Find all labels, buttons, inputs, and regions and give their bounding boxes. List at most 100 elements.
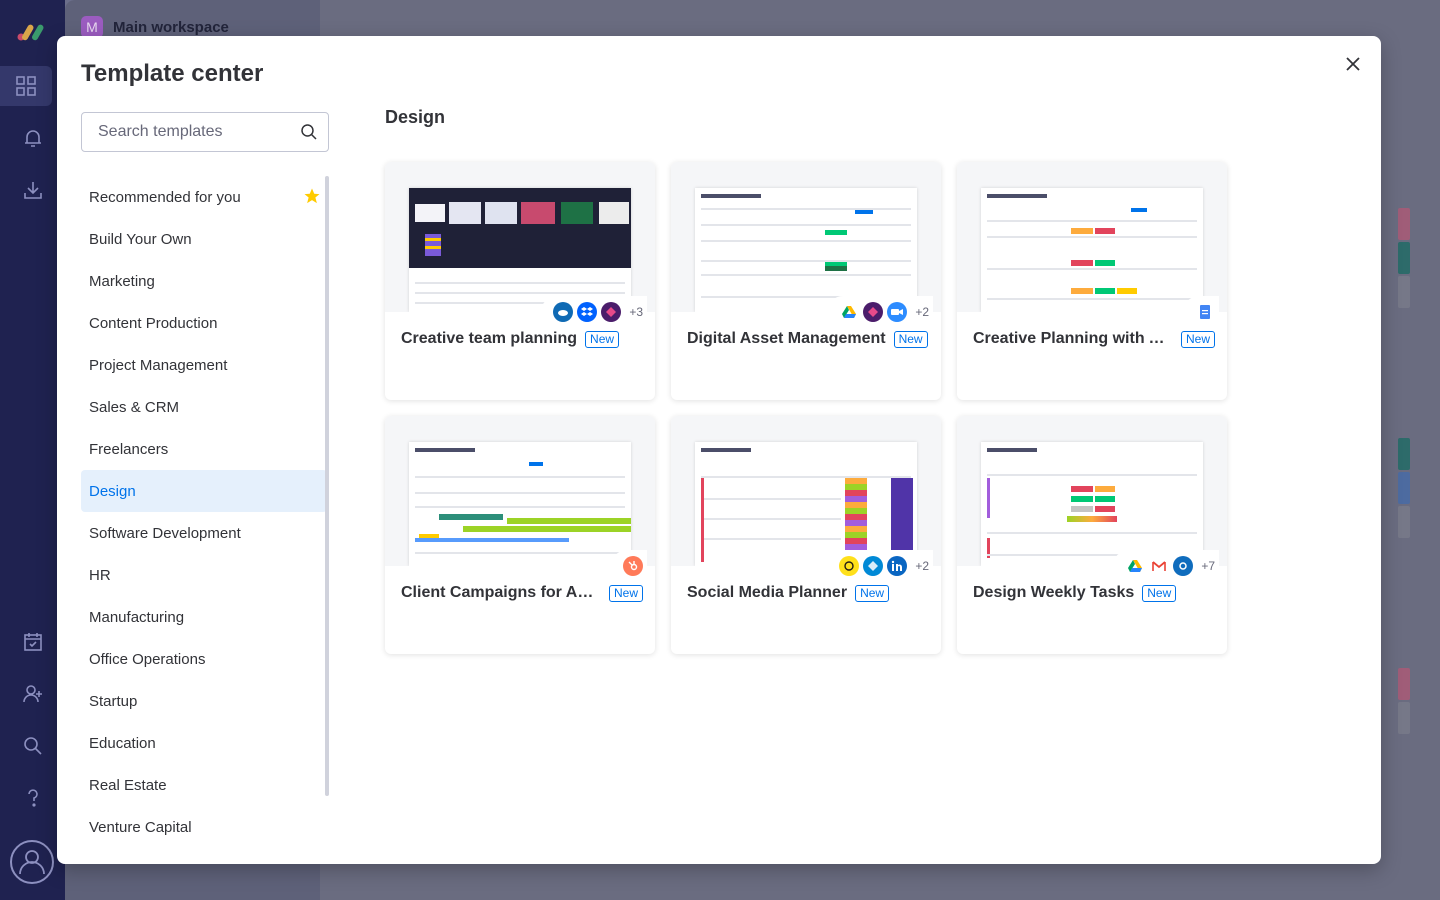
left-rail: [0, 0, 65, 900]
category-sales-crm[interactable]: Sales & CRM: [81, 386, 327, 428]
inbox-rail-button[interactable]: [0, 170, 65, 210]
template-card[interactable]: +2 Digital Asset Management New: [671, 162, 941, 400]
google-drive-icon: [839, 302, 860, 322]
bg-strip: [1398, 506, 1410, 538]
category-education[interactable]: Education: [81, 722, 327, 764]
dropbox-icon: [577, 302, 598, 322]
category-build-your-own[interactable]: Build Your Own: [81, 218, 327, 260]
bg-strip: [1398, 208, 1410, 240]
category-hr[interactable]: HR: [81, 554, 327, 596]
category-freelancers[interactable]: Freelancers: [81, 428, 327, 470]
modal-title: Template center: [81, 60, 264, 87]
template-card[interactable]: +3 Creative team planning New: [385, 162, 655, 400]
adobe-icon: [863, 302, 884, 322]
template-title-row: Creative team planning New: [401, 330, 643, 348]
category-label: HR: [89, 566, 111, 584]
template-screenshot: [981, 442, 1203, 566]
template-preview: [671, 162, 941, 312]
search-input[interactable]: [98, 123, 288, 141]
notifications-rail-button[interactable]: [0, 118, 65, 158]
calendar-check-icon: [23, 633, 42, 651]
linkedin-icon: [887, 556, 908, 576]
category-label: Design: [89, 482, 136, 500]
star-icon: [304, 188, 320, 204]
category-project-management[interactable]: Project Management: [81, 344, 327, 386]
template-card[interactable]: Creative Planning with Ad... New: [957, 162, 1227, 400]
user-avatar-icon: [19, 850, 45, 875]
bg-strip: [1398, 242, 1410, 274]
bg-strip: [1398, 472, 1410, 504]
template-preview: [385, 162, 655, 312]
new-badge: New: [893, 330, 928, 348]
template-title-row: Client Campaigns for Age... New: [401, 584, 643, 602]
google-drive-icon: [1125, 556, 1146, 576]
monday-logo: [17, 24, 44, 41]
new-badge: New: [1142, 584, 1177, 602]
integration-icons: +2: [827, 296, 933, 328]
close-button[interactable]: [1339, 50, 1367, 78]
outlook-icon: [1173, 556, 1194, 576]
category-label: Real Estate: [89, 776, 167, 794]
workspace-rail-button[interactable]: [0, 66, 52, 106]
category-venture-capital[interactable]: Venture Capital: [81, 806, 327, 848]
invite-rail-button[interactable]: [0, 674, 65, 714]
template-screenshot: [981, 188, 1203, 312]
search-icon[interactable]: [300, 123, 318, 141]
workspace-title[interactable]: Main workspace: [113, 19, 229, 36]
integration-icons: [611, 550, 647, 582]
template-center-modal: Template center Recommended for you Buil…: [57, 36, 1381, 864]
category-manufacturing[interactable]: Manufacturing: [81, 596, 327, 638]
my-work-rail-button[interactable]: [0, 622, 65, 662]
add-user-icon: [22, 685, 42, 703]
workspace-badge[interactable]: M: [81, 16, 103, 38]
category-label: Marketing: [89, 272, 155, 290]
template-preview: [957, 162, 1227, 312]
category-marketing[interactable]: Marketing: [81, 260, 327, 302]
category-label: Build Your Own: [89, 230, 192, 248]
template-title-row: Social Media Planner New: [687, 584, 929, 602]
category-scrollbar[interactable]: [325, 176, 329, 796]
template-card[interactable]: +2 Social Media Planner New: [671, 416, 941, 654]
more-integrations-count: +2: [915, 559, 929, 573]
search-rail-button[interactable]: [0, 726, 65, 766]
integration-icons: +3: [541, 296, 647, 328]
hubspot-icon: [623, 556, 643, 576]
more-integrations-count: +7: [1201, 559, 1215, 573]
template-name: Creative Planning with Ad...: [973, 330, 1173, 347]
template-title-row: Creative Planning with Ad... New: [973, 330, 1215, 348]
category-label: Content Production: [89, 314, 218, 332]
category-content-production[interactable]: Content Production: [81, 302, 327, 344]
template-title-row: Design Weekly Tasks New: [973, 584, 1215, 602]
mailchimp-icon: [839, 556, 860, 576]
integration-icons: +7: [1113, 550, 1219, 582]
template-preview: [671, 416, 941, 566]
template-card[interactable]: Client Campaigns for Age... New: [385, 416, 655, 654]
category-design[interactable]: Design: [81, 470, 327, 512]
category-real-estate[interactable]: Real Estate: [81, 764, 327, 806]
template-screenshot: [409, 442, 631, 566]
new-badge: New: [1180, 330, 1215, 348]
category-label: Sales & CRM: [89, 398, 180, 416]
bg-strip: [1398, 438, 1410, 470]
category-label: Manufacturing: [89, 608, 185, 626]
more-integrations-count: +3: [629, 305, 643, 319]
help-rail-button[interactable]: [0, 778, 65, 818]
grid-icon: [16, 76, 36, 96]
template-name: Digital Asset Management: [687, 330, 886, 347]
template-title-row: Digital Asset Management New: [687, 330, 929, 348]
category-startup[interactable]: Startup: [81, 680, 327, 722]
avatar[interactable]: [10, 840, 54, 884]
bg-strip: [1398, 702, 1410, 734]
new-badge: New: [585, 330, 620, 348]
category-recommended[interactable]: Recommended for you: [81, 176, 327, 218]
category-software-development[interactable]: Software Development: [81, 512, 327, 554]
template-name: Design Weekly Tasks: [973, 584, 1135, 601]
template-card[interactable]: +7 Design Weekly Tasks New: [957, 416, 1227, 654]
onedrive-icon: [553, 302, 574, 322]
adobe-icon: [601, 302, 622, 322]
azure-icon: [863, 556, 884, 576]
category-office-operations[interactable]: Office Operations: [81, 638, 327, 680]
help-icon: [27, 789, 38, 807]
close-icon: [1346, 57, 1360, 71]
category-label: Startup: [89, 692, 138, 710]
